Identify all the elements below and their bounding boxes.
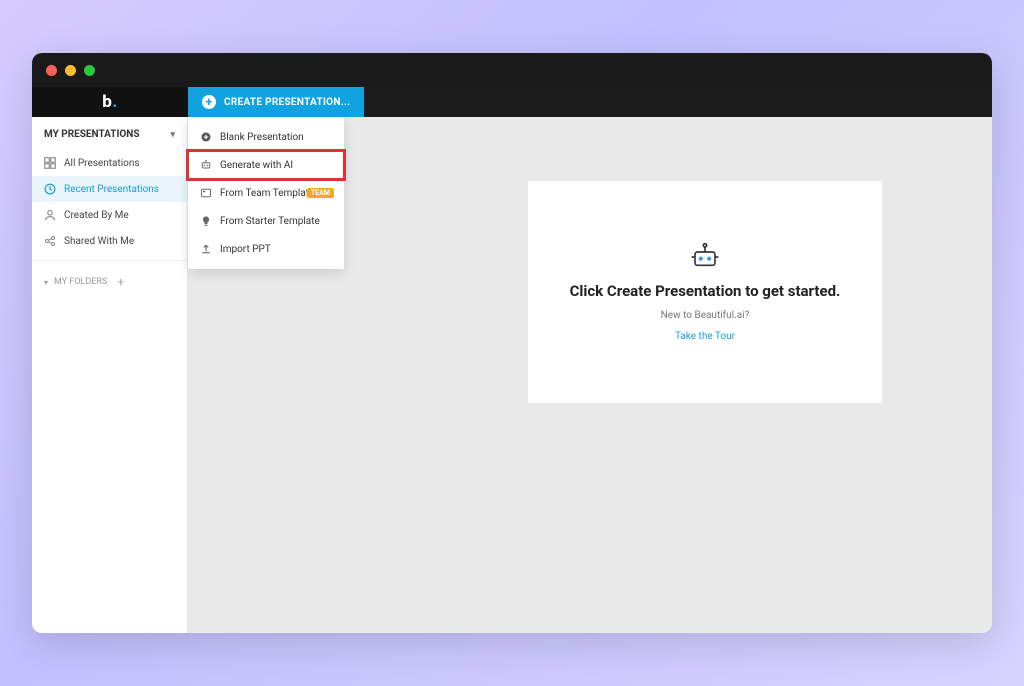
upload-icon (200, 243, 212, 255)
titlebar (32, 53, 992, 87)
folders-label: MY FOLDERS (54, 277, 107, 287)
sidebar-item-label: All Presentations (64, 158, 140, 169)
add-folder-icon[interactable]: + (117, 275, 124, 289)
plus-dark-icon (200, 131, 212, 143)
folders-header[interactable]: ▾ MY FOLDERS + (32, 260, 187, 303)
sidebar-item-label: Shared With Me (64, 236, 134, 247)
sidebar-list: All Presentations Recent Presentations C… (32, 150, 187, 254)
triangle-down-icon: ▾ (44, 278, 48, 287)
sidebar-item-recent[interactable]: Recent Presentations (32, 176, 187, 202)
dd-item-label: From Starter Template (220, 216, 320, 227)
minimize-dot[interactable] (65, 65, 76, 76)
team-template-icon (200, 187, 212, 199)
sidebar-header[interactable]: MY PRESENTATIONS ▾ (32, 117, 187, 150)
topbar: b. + CREATE PRESENTATION... (32, 87, 992, 117)
dd-item-label: Blank Presentation (220, 132, 304, 143)
user-icon (44, 209, 56, 221)
sidebar-item-created[interactable]: Created By Me (32, 202, 187, 228)
chevron-down-icon: ▾ (170, 130, 175, 140)
logo-cell: b. (32, 87, 188, 117)
app-window: b. + CREATE PRESENTATION... MY PRESENTAT… (32, 53, 992, 633)
dd-item-generate-ai[interactable]: Generate with AI (188, 151, 344, 179)
grid-icon (44, 157, 56, 169)
topbar-spacer (364, 87, 992, 117)
bulb-icon (200, 215, 212, 227)
take-tour-link[interactable]: Take the Tour (675, 331, 735, 342)
dd-item-team-template[interactable]: From Team Template TEAM (188, 179, 344, 207)
sidebar-header-label: MY PRESENTATIONS (44, 129, 140, 140)
dd-item-starter-template[interactable]: From Starter Template (188, 207, 344, 235)
sidebar-item-label: Created By Me (64, 210, 129, 221)
empty-state-card: Click Create Presentation to get started… (528, 181, 882, 403)
dd-item-label: Generate with AI (220, 160, 293, 171)
dd-item-label: Import PPT (220, 244, 271, 255)
robot-small-icon (200, 159, 212, 171)
sidebar-item-all[interactable]: All Presentations (32, 150, 187, 176)
sidebar: MY PRESENTATIONS ▾ All Presentations Rec… (32, 117, 188, 633)
empty-state-title: Click Create Presentation to get started… (570, 282, 841, 300)
logo: b. (102, 92, 118, 112)
empty-state-subtitle: New to Beautiful.ai? (661, 310, 750, 321)
create-button-label: CREATE PRESENTATION... (224, 97, 350, 108)
body: MY PRESENTATIONS ▾ All Presentations Rec… (32, 117, 992, 633)
team-badge: TEAM (307, 188, 334, 198)
maximize-dot[interactable] (84, 65, 95, 76)
plus-circle-icon: + (202, 95, 216, 109)
create-dropdown: Blank Presentation Generate with AI From… (188, 117, 344, 269)
dd-item-blank[interactable]: Blank Presentation (188, 123, 344, 151)
dd-item-label: From Team Template (220, 188, 314, 199)
dd-item-import-ppt[interactable]: Import PPT (188, 235, 344, 263)
share-icon (44, 235, 56, 247)
sidebar-item-shared[interactable]: Shared With Me (32, 228, 187, 254)
clock-icon (44, 183, 56, 195)
create-presentation-button[interactable]: + CREATE PRESENTATION... (188, 87, 364, 117)
robot-icon (688, 242, 722, 272)
sidebar-item-label: Recent Presentations (64, 184, 159, 195)
close-dot[interactable] (46, 65, 57, 76)
